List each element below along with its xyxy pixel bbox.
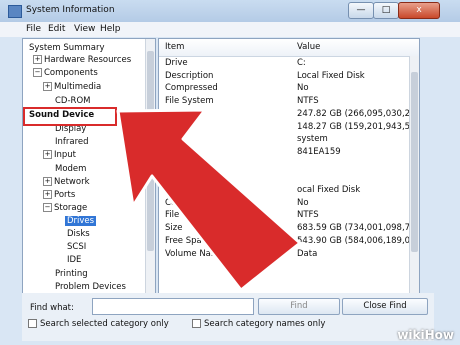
- arrow-icon: [116, 108, 302, 292]
- checkbox-label: Search category names only: [204, 319, 326, 329]
- wikihow-watermark: wikiHow: [397, 328, 454, 342]
- find-bar: Find what: Find Close Find Search select…: [22, 293, 434, 341]
- checkbox-icon[interactable]: [192, 319, 201, 328]
- close-find-button[interactable]: Close Find: [342, 298, 428, 315]
- find-label: Find what:: [30, 303, 74, 313]
- find-input[interactable]: [92, 298, 254, 315]
- checkbox-label: Search selected category only: [40, 319, 169, 329]
- search-category-names-checkbox[interactable]: Search category names only: [192, 319, 325, 329]
- system-information-window: System Information — □ x File Edit View …: [0, 0, 460, 345]
- find-button[interactable]: Find: [258, 298, 340, 315]
- checkbox-icon[interactable]: [28, 319, 37, 328]
- search-selected-category-checkbox[interactable]: Search selected category only: [28, 319, 169, 329]
